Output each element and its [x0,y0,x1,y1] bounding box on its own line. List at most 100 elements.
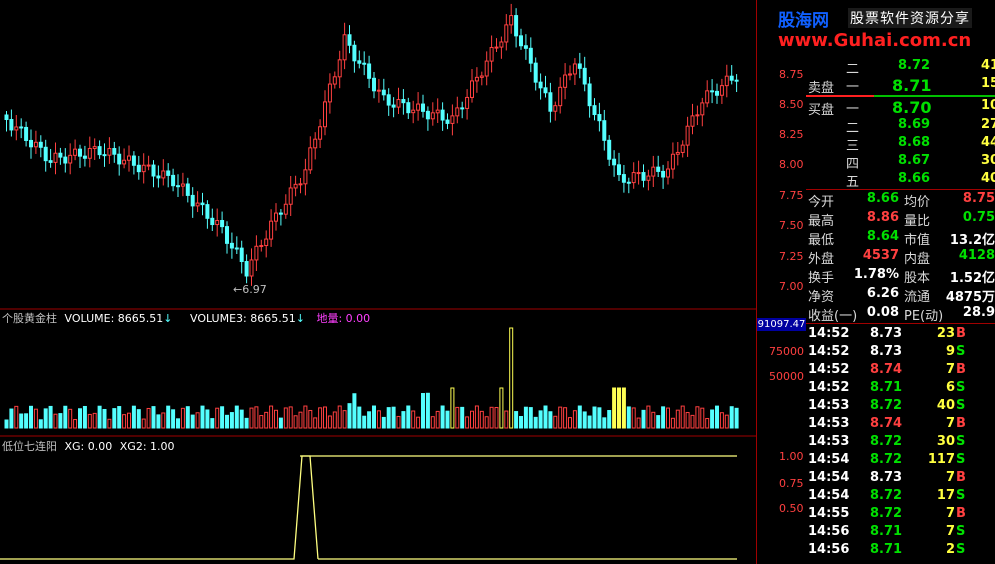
bid-level: 五 [846,175,860,190]
tick-row[interactable]: 14:53 8.72 40 S [806,398,995,416]
kline-chart-area[interactable] [0,0,757,564]
tick-row[interactable]: 14:54 8.72 17 S [806,488,995,506]
tick-row[interactable]: 14:56 8.71 2 S [806,542,995,560]
volume-bar [401,411,406,429]
volume-bar [352,393,357,429]
bid-volume: 27 [981,117,995,132]
candle-body [376,89,381,92]
volume-bar [156,414,161,429]
stat-label: 收益(一) [808,309,858,324]
volume-bar [141,418,146,429]
stat-label: 流通 [904,290,931,305]
volume-bar [582,411,587,429]
candle-body [274,212,278,222]
bid-row-5[interactable]: 五 8.66 40 [806,171,995,190]
volume-bar [73,419,78,429]
candle-body [734,79,739,82]
volume-bar [19,413,24,429]
tick-row[interactable]: 14:52 8.74 7 B [806,362,995,380]
candle-body [372,77,376,92]
candle-body [63,156,68,164]
tick-row[interactable]: 14:54 8.72 117 S [806,452,995,470]
stat-label: 外盘 [808,252,835,267]
ask-level: 二 [846,62,860,77]
volume-bar [171,409,176,429]
volume-bar [347,403,352,429]
bid-row-2[interactable]: 二 8.69 27 [806,117,995,136]
candle-body [563,74,568,88]
volume-bar [695,406,700,429]
tick-volume: 17 [936,488,955,503]
candle-body [519,35,523,47]
tick-row[interactable]: 14:52 8.73 9 S [806,344,995,362]
indicator-panel-title[interactable]: 低位七连阳 [2,440,57,453]
tick-time: 14:54 [808,488,850,503]
volume-bar [43,408,48,429]
tick-price: 8.73 [870,326,903,341]
volume-bar [646,405,651,429]
candle-body [185,183,190,196]
candle-body [58,152,63,158]
ask-volume: 41 [981,58,995,73]
candle-body [685,125,690,146]
stats-row: 收益(一) 0.08 PE(动) 28.9 [806,305,995,324]
tick-row[interactable]: 14:54 8.73 7 B [806,470,995,488]
candle-body [117,153,122,165]
bid-level: 二 [846,121,860,136]
volume-panel-header: 个股黄金柱 VOLUME: 8665.51↓ VOLUME3: 8665.51↓… [2,310,370,326]
volume-bar [670,417,675,429]
candle-body [568,73,572,76]
volume-bar [675,409,680,429]
tick-time: 14:56 [808,542,850,557]
candle-body [474,76,479,82]
candle-body [234,247,239,250]
tick-row[interactable]: 14:52 8.71 6 S [806,380,995,398]
indicator-scale-tick: 0.50 [779,502,804,515]
candle-body [592,105,597,116]
volume-bar [568,417,572,429]
volume-bar [631,407,636,429]
tick-row[interactable]: 14:55 8.72 7 B [806,506,995,524]
candle-body [612,158,617,166]
candle-body [440,109,445,121]
volume-bar [327,415,332,429]
candle-body [514,15,519,37]
tick-row[interactable]: 14:53 8.74 7 B [806,416,995,434]
tick-row[interactable]: 14:53 8.72 30 S [806,434,995,452]
tick-price: 8.72 [870,398,903,413]
volume-bar [612,387,617,429]
ask-row-1[interactable]: 卖盘 一 8.71 15 [806,76,995,96]
tick-row[interactable]: 14:56 8.71 7 S [806,524,995,542]
bid-row-4[interactable]: 四 8.67 30 [806,153,995,172]
candle-body [136,164,141,173]
candle-body [278,212,283,215]
stat-label: 最高 [808,214,835,229]
stat-label: 换手 [808,271,835,286]
volume-bar [303,405,308,429]
volume-panel-title[interactable]: 个股黄金柱 [2,312,57,325]
candle-body [97,146,102,156]
bid-row-3[interactable]: 三 8.68 44 [806,135,995,154]
kline-chart-svg[interactable] [0,0,757,564]
candle-body [259,245,264,248]
volume-bar [185,406,190,429]
volume-bar [58,413,63,429]
tick-row[interactable]: 14:52 8.73 23 B [806,326,995,344]
tick-side: S [956,524,966,539]
price-tick: 8.25 [779,128,804,141]
volume-bar [504,410,509,429]
bid-price: 8.68 [898,135,931,150]
volume-bar [249,407,254,429]
candle-body [621,174,626,183]
tick-side: S [956,452,966,467]
volume-bar [151,406,156,429]
candle-body [602,120,607,141]
stat-label: 市值 [904,233,931,248]
candle-body [435,109,440,114]
volume-bar [29,405,33,429]
bid-row-1[interactable]: 买盘 一 8.70 10 [806,98,995,118]
candle-body [323,101,327,128]
stat-value: 8.75 [962,191,995,206]
ask-row-2[interactable]: 二 8.72 41 [806,58,995,77]
candle-body [386,94,391,106]
